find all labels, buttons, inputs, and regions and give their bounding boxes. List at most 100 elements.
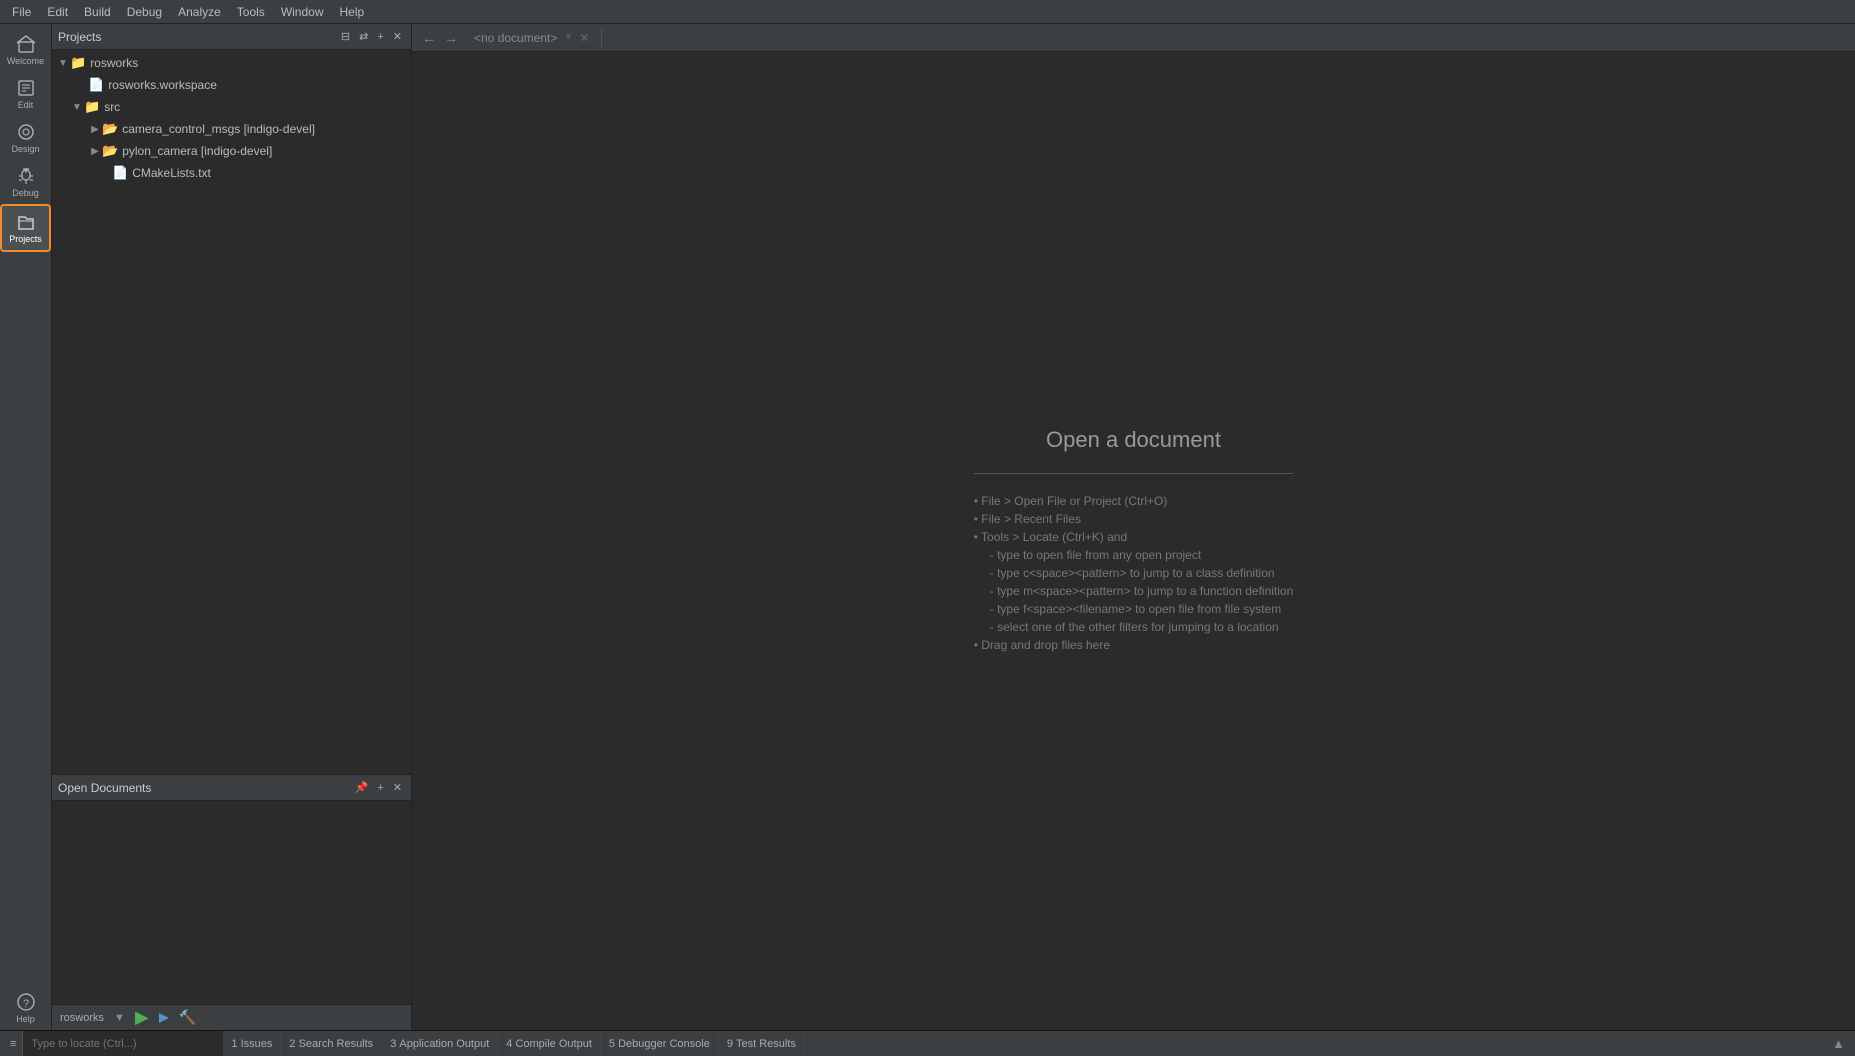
- home-icon: [16, 34, 36, 54]
- debug-run-button[interactable]: [155, 1011, 173, 1025]
- open-docs-header: Open Documents 📌 + ✕: [52, 775, 411, 801]
- run-toolbar-separator: ▼: [114, 1012, 125, 1024]
- open-docs-title: Open Documents: [58, 781, 151, 795]
- edit-icon: [16, 78, 36, 98]
- open-docs-add-btn[interactable]: +: [374, 780, 386, 795]
- hint-9: • Drag and drop files here: [974, 638, 1294, 652]
- tree-item-label: CMakeLists.txt: [132, 166, 211, 180]
- projects-panel-title: Projects: [58, 30, 101, 44]
- toggle-icon: ≡: [10, 1038, 16, 1050]
- folder-icon: 📁: [84, 99, 100, 115]
- debug-label: Debug: [12, 188, 39, 198]
- editor-forward-btn[interactable]: →: [440, 28, 462, 48]
- tree-item-workspace[interactable]: 📄 rosworks.workspace: [52, 74, 411, 96]
- hint-4: - type to open file from any open projec…: [974, 548, 1294, 562]
- menu-help[interactable]: Help: [332, 3, 373, 21]
- projects-panel-header: Projects ⊟ ⇄ + ✕: [52, 24, 411, 50]
- tree-item-label: src: [104, 100, 120, 114]
- hint-7: - type f<space><filename> to open file f…: [974, 602, 1294, 616]
- tree-item-cmake[interactable]: 📄 CMakeLists.txt: [52, 162, 411, 184]
- menubar: File Edit Build Debug Analyze Tools Wind…: [0, 0, 1855, 24]
- hint-5: - type c<space><pattern> to jump to a cl…: [974, 566, 1294, 580]
- no-document-label: <no document>: [474, 31, 557, 45]
- sidebar-item-projects[interactable]: Projects: [0, 204, 51, 252]
- tree-item-rosworks[interactable]: ▼ 📁 rosworks: [52, 52, 411, 74]
- sidebar-item-welcome[interactable]: Welcome: [0, 28, 51, 72]
- sidebar-icons: Welcome Edit Design Debug: [0, 24, 52, 1030]
- sidebar-item-debug[interactable]: Debug: [0, 160, 51, 204]
- project-tree[interactable]: ▼ 📁 rosworks 📄 rosworks.workspace ▼ 📁 sr…: [52, 50, 411, 774]
- build-hammer-button[interactable]: 🔨: [177, 1009, 198, 1026]
- menu-analyze[interactable]: Analyze: [170, 3, 229, 21]
- tab-dropdown-arrow[interactable]: ▼: [563, 32, 573, 43]
- file-icon: 📄: [112, 165, 128, 181]
- menu-edit[interactable]: Edit: [39, 3, 76, 21]
- design-icon: [16, 122, 36, 142]
- test-number: 9: [727, 1038, 733, 1050]
- left-panels: Projects ⊟ ⇄ + ✕ ▼ 📁 rosworks: [52, 24, 412, 1030]
- statusbar-app-output[interactable]: 3 Application Output: [382, 1031, 498, 1056]
- debugger-label: Debugger Console: [618, 1038, 710, 1050]
- editor-back-btn[interactable]: ←: [418, 28, 440, 48]
- git-folder-icon: 📂: [102, 121, 118, 137]
- menu-window[interactable]: Window: [273, 3, 332, 21]
- menu-file[interactable]: File: [4, 3, 39, 21]
- debug-run-icon: [157, 1011, 171, 1025]
- project-name-label: rosworks: [60, 1012, 104, 1024]
- help-icon: ?: [16, 992, 36, 1012]
- menu-build[interactable]: Build: [76, 3, 119, 21]
- sidebar-item-design[interactable]: Design: [0, 116, 51, 160]
- projects-filter-btn[interactable]: ⊟: [338, 29, 353, 44]
- arrow-icon: ▼: [70, 102, 84, 113]
- compile-number: 4: [506, 1038, 512, 1050]
- open-docs-actions: 📌 + ✕: [352, 780, 405, 795]
- statusbar: ≡ 1 Issues 2 Search Results 3 Applicatio…: [0, 1030, 1855, 1056]
- projects-add-btn[interactable]: +: [374, 29, 386, 44]
- sidebar-item-help[interactable]: ? Help: [0, 986, 51, 1030]
- statusbar-compile-output[interactable]: 4 Compile Output: [498, 1031, 601, 1056]
- welcome-label: Welcome: [7, 56, 44, 66]
- tree-item-camera-msgs[interactable]: ▶ 📂 camera_control_msgs [indigo-devel]: [52, 118, 411, 140]
- arrow-icon: ▼: [56, 58, 70, 69]
- tab-close-btn[interactable]: ✕: [579, 31, 589, 45]
- arrow-icon: ▶: [88, 146, 102, 157]
- projects-icon: [16, 212, 36, 232]
- editor-area: ← → <no document> ▼ ✕ Open a document • …: [412, 24, 1855, 1030]
- statusbar-search-results[interactable]: 2 Search Results: [281, 1031, 382, 1056]
- file-icon: 📄: [88, 77, 104, 93]
- menu-debug[interactable]: Debug: [119, 3, 170, 21]
- statusbar-test-results[interactable]: 9 Test Results: [719, 1031, 805, 1056]
- issues-number: 1: [231, 1038, 237, 1050]
- statusbar-arrow-btn[interactable]: ▲: [1826, 1031, 1851, 1056]
- hint-3: • Tools > Locate (Ctrl+K) and: [974, 530, 1294, 544]
- editor-header: ← → <no document> ▼ ✕: [412, 24, 1855, 52]
- no-document-tab[interactable]: <no document> ▼ ✕: [462, 29, 602, 47]
- run-button[interactable]: ▶: [133, 1007, 151, 1028]
- projects-panel-actions: ⊟ ⇄ + ✕: [338, 29, 405, 44]
- menu-tools[interactable]: Tools: [229, 3, 273, 21]
- tree-item-label: pylon_camera [indigo-devel]: [122, 144, 272, 158]
- sidebar-item-edit[interactable]: Edit: [0, 72, 51, 116]
- statusbar-debugger-console[interactable]: 5 Debugger Console: [601, 1031, 719, 1056]
- projects-close-btn[interactable]: ✕: [390, 29, 405, 44]
- statusbar-issues[interactable]: 1 Issues: [223, 1031, 281, 1056]
- open-docs-pin-btn[interactable]: 📌: [352, 780, 372, 795]
- git-folder-icon: 📂: [102, 143, 118, 159]
- tree-item-src[interactable]: ▼ 📁 src: [52, 96, 411, 118]
- tree-item-label: rosworks.workspace: [108, 78, 217, 92]
- tree-item-pylon-camera[interactable]: ▶ 📂 pylon_camera [indigo-devel]: [52, 140, 411, 162]
- debugger-number: 5: [609, 1038, 615, 1050]
- test-label: Test Results: [736, 1038, 796, 1050]
- app-output-number: 3: [390, 1038, 396, 1050]
- open-document-message: Open a document • File > Open File or Pr…: [974, 427, 1294, 656]
- projects-sync-btn[interactable]: ⇄: [356, 29, 371, 44]
- issues-label: Issues: [241, 1038, 273, 1050]
- open-documents-panel: Open Documents 📌 + ✕: [52, 774, 411, 1004]
- open-docs-close-btn[interactable]: ✕: [390, 780, 405, 795]
- compile-label: Compile Output: [515, 1038, 591, 1050]
- design-label: Design: [11, 144, 39, 154]
- folder-icon: 📁: [70, 55, 86, 71]
- locate-search-input[interactable]: [23, 1031, 223, 1056]
- svg-text:?: ?: [23, 998, 29, 1010]
- statusbar-toggle-btn[interactable]: ≡: [4, 1031, 23, 1056]
